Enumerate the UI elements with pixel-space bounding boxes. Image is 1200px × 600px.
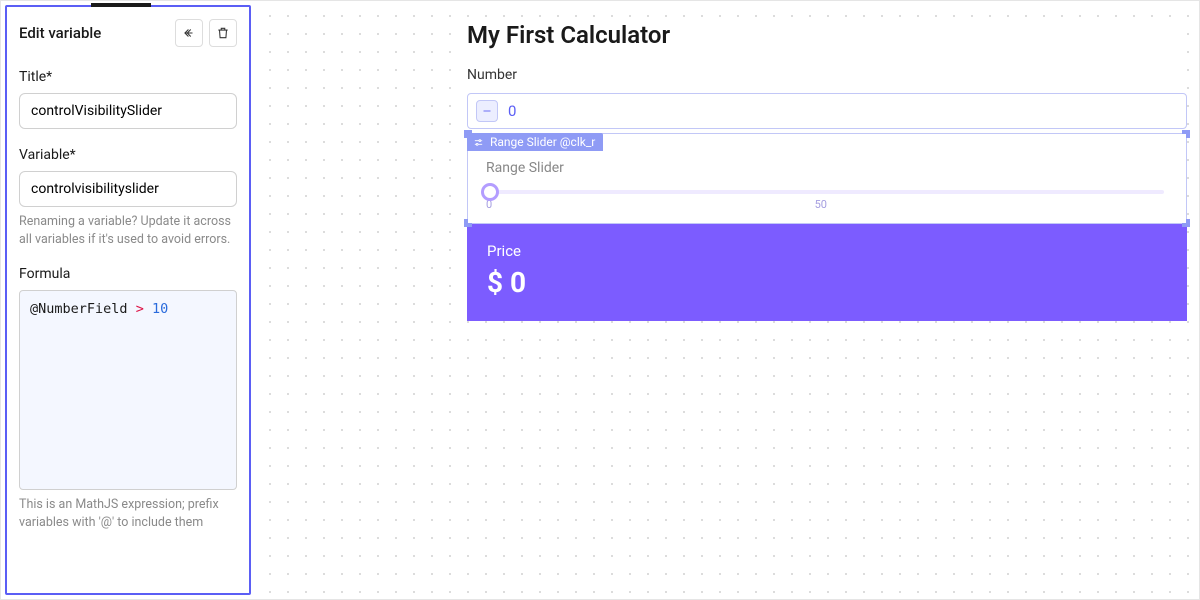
panel-title: Edit variable	[19, 24, 101, 42]
canvas[interactable]: My First Calculator Number 0 Range Slide…	[255, 1, 1199, 599]
variable-input[interactable]	[19, 171, 237, 207]
slider-tick-mid: 50	[815, 198, 827, 211]
formula-field-group: Formula @NumberField > 10 This is an Mat…	[19, 266, 237, 563]
title-label: Title*	[19, 69, 237, 85]
range-slider-block[interactable]: Range Slider @clk_r Range Slider 0 50 10…	[467, 133, 1187, 224]
back-button[interactable]	[175, 19, 203, 47]
variable-help-text: Renaming a variable? Update it across al…	[19, 213, 237, 248]
decrement-button[interactable]	[476, 100, 498, 122]
delete-button[interactable]	[209, 19, 237, 47]
panel-actions	[175, 19, 237, 47]
calculator-card: My First Calculator Number 0 Range Slide…	[467, 17, 1187, 321]
variable-label: Variable*	[19, 147, 237, 163]
price-block: Price $ 0	[467, 224, 1187, 321]
number-value: 0	[508, 102, 516, 120]
app-root: Edit variable Title* Variable* Renaming …	[0, 0, 1200, 600]
formula-editor[interactable]: @NumberField > 10	[19, 290, 237, 490]
block-tag[interactable]: Range Slider @clk_r	[467, 133, 603, 151]
number-input-row[interactable]: 0	[467, 93, 1187, 129]
slider-track[interactable]	[490, 190, 1164, 194]
sliders-icon	[473, 137, 484, 148]
number-label: Number	[467, 67, 1187, 83]
minus-icon	[481, 105, 493, 117]
edit-variable-panel: Edit variable Title* Variable* Renaming …	[5, 5, 251, 595]
price-value: $ 0	[487, 266, 1167, 299]
formula-help-text: This is an MathJS expression; prefix var…	[19, 496, 237, 531]
trash-icon	[216, 26, 230, 40]
title-field-group: Title*	[19, 69, 237, 129]
title-input[interactable]	[19, 93, 237, 129]
formula-label: Formula	[19, 266, 237, 282]
panel-header: Edit variable	[19, 19, 237, 47]
arrow-left-icon	[182, 26, 196, 40]
variable-field-group: Variable* Renaming a variable? Update it…	[19, 147, 237, 248]
calculator-title: My First Calculator	[467, 17, 1187, 67]
slider-label: Range Slider	[486, 160, 1168, 176]
price-label: Price	[487, 242, 1167, 260]
panel-handle[interactable]	[91, 3, 151, 7]
formula-token-ref: @NumberField	[30, 301, 128, 317]
formula-token-op: >	[136, 301, 144, 317]
slider-ticks: 0 50 100	[486, 198, 1168, 211]
formula-token-num: 10	[152, 301, 168, 317]
slider-thumb[interactable]	[481, 183, 499, 201]
block-tag-label: Range Slider @clk_r	[490, 135, 595, 149]
